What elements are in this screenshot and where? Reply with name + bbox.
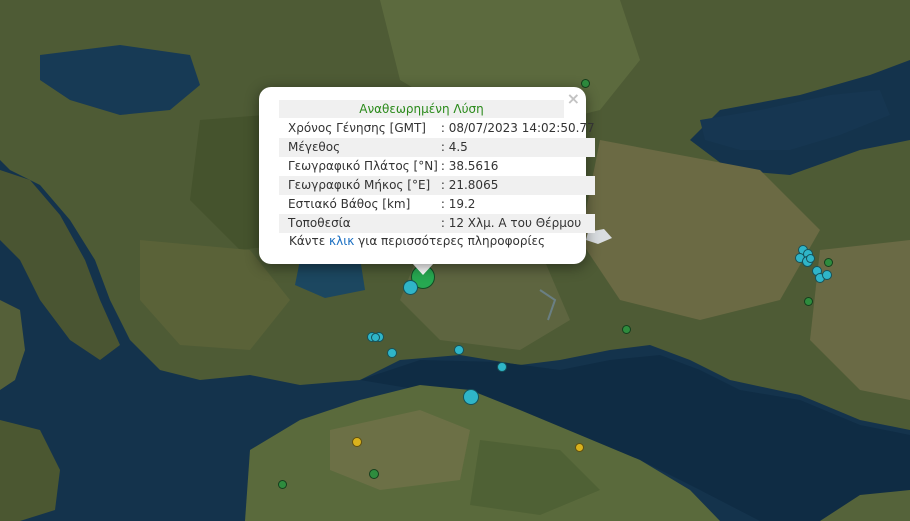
earthquake-marker[interactable]: [387, 348, 397, 358]
info-row-location: Τοποθεσία : 12 Χλμ. Α του Θέρμου: [279, 214, 595, 233]
close-icon[interactable]: ×: [567, 89, 580, 108]
earthquake-marker[interactable]: [278, 480, 287, 489]
more-info-suffix: για περισσότερες πληροφορίες: [358, 234, 546, 248]
more-info-text: Κάντε κλικ για περισσότερες πληροφορίες: [289, 234, 545, 248]
earthquake-marker[interactable]: [804, 297, 813, 306]
info-value: : 08/07/2023 14:02:50.77: [440, 121, 595, 135]
earthquake-marker[interactable]: [454, 345, 464, 355]
earthquake-marker[interactable]: [824, 258, 833, 267]
earthquake-info-table: Χρόνος Γένησης [GMT] : 08/07/2023 14:02:…: [279, 119, 595, 233]
more-info-prefix: Κάντε: [289, 234, 326, 248]
info-value: : 19.2: [440, 197, 476, 211]
info-label: Τοποθεσία: [279, 214, 438, 233]
earthquake-marker[interactable]: [352, 437, 362, 447]
popup-title: Αναθεωρημένη Λύση: [279, 100, 564, 118]
earthquake-popup: × Αναθεωρημένη Λύση Χρόνος Γένησης [GMT]…: [259, 87, 595, 264]
info-label: Χρόνος Γένησης [GMT]: [288, 121, 426, 135]
earthquake-marker[interactable]: [806, 254, 815, 263]
earthquake-marker[interactable]: [622, 325, 631, 334]
info-label: Εστιακό Βάθος [km]: [288, 197, 411, 211]
info-row-magnitude: Μέγεθος : 4.5: [279, 138, 595, 157]
info-label: Γεωγραφικό Πλάτος [°N]: [288, 159, 438, 173]
earthquake-marker[interactable]: [403, 280, 418, 295]
more-info-link[interactable]: κλικ: [329, 234, 354, 248]
earthquake-marker[interactable]: [497, 362, 507, 372]
info-row-latitude: Γεωγραφικό Πλάτος [°N] : 38.5616: [279, 157, 595, 176]
popup-tip: [412, 263, 434, 275]
earthquake-marker[interactable]: [463, 389, 479, 405]
map-view[interactable]: × Αναθεωρημένη Λύση Χρόνος Γένησης [GMT]…: [0, 0, 910, 521]
info-row-origin-time: Χρόνος Γένησης [GMT] : 08/07/2023 14:02:…: [279, 119, 595, 138]
info-label: Γεωγραφικό Μήκος [°E]: [279, 176, 438, 195]
earthquake-marker[interactable]: [369, 469, 379, 479]
info-row-depth: Εστιακό Βάθος [km] : 19.2: [279, 195, 595, 214]
earthquake-marker[interactable]: [371, 333, 380, 342]
earthquake-marker[interactable]: [575, 443, 584, 452]
info-value: : 4.5: [437, 138, 595, 157]
earthquake-marker[interactable]: [822, 270, 832, 280]
earthquake-marker[interactable]: [581, 79, 590, 88]
info-label: Μέγεθος: [279, 138, 438, 157]
info-row-longitude: Γεωγραφικό Μήκος [°E] : 21.8065: [279, 176, 595, 195]
info-value: : 12 Χλμ. Α του Θέρμου: [437, 214, 595, 233]
info-value: : 38.5616: [440, 159, 499, 173]
info-value: : 21.8065: [437, 176, 595, 195]
